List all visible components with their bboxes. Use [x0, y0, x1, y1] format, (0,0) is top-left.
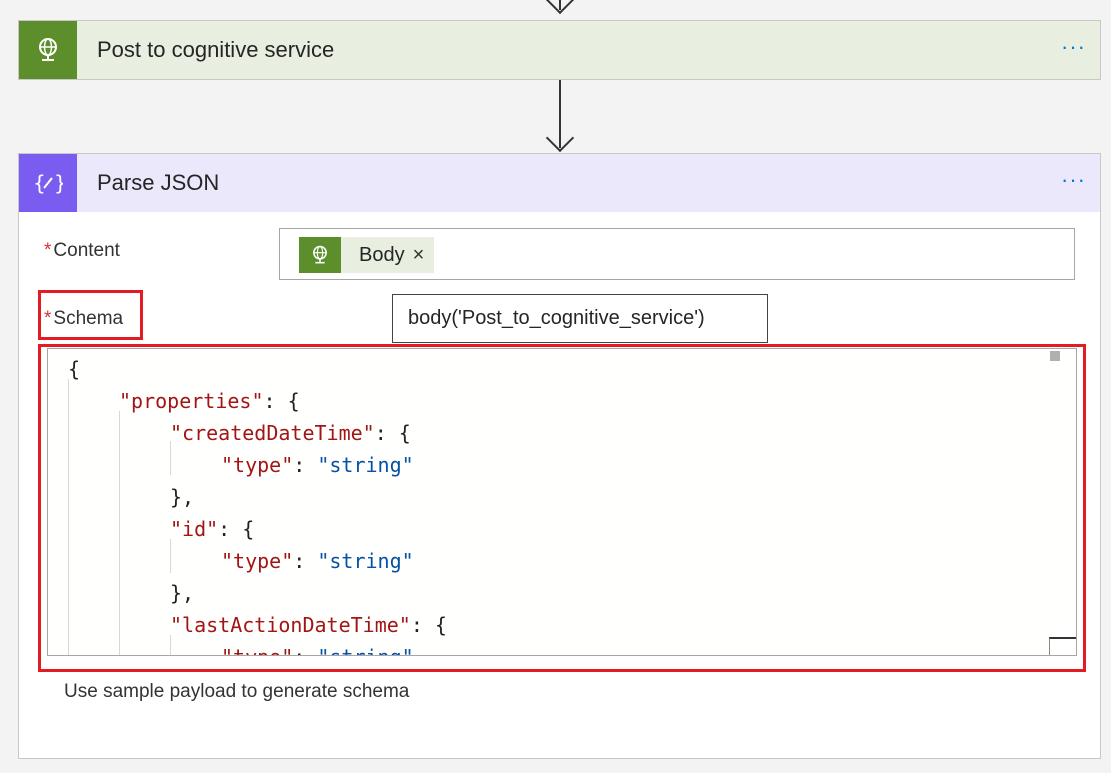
code-line: "type": "string" [221, 449, 414, 481]
code-line: }, [170, 481, 194, 513]
code-token: { [68, 357, 81, 381]
more-options-button[interactable]: ··· [1061, 169, 1086, 191]
scroll-up-arrow[interactable] [1050, 351, 1060, 361]
code-line: "createdDateTime": { [170, 417, 411, 449]
code-token: : [293, 453, 318, 477]
code-token: "string" [317, 549, 414, 573]
code-token: "type" [221, 453, 294, 477]
required-marker: * [44, 240, 52, 261]
step-title: Parse JSON [97, 170, 220, 195]
code-line: "id": { [170, 513, 254, 545]
code-token: "createdDateTime" [170, 421, 375, 445]
code-line: "type": "string" [221, 641, 414, 655]
schema-editor[interactable]: {"properties": {"createdDateTime": {"typ… [47, 348, 1077, 656]
code-token: "type" [221, 645, 293, 655]
code-token: "lastActionDateTime" [170, 613, 411, 637]
code-token: "type" [221, 549, 294, 573]
token-tooltip: body('Post_to_cognitive_service') [392, 294, 768, 343]
code-token: "id" [170, 517, 219, 541]
code-line: }, [170, 577, 194, 609]
code-line: "lastActionDateTime": { [170, 609, 447, 641]
schema-label-text: Schema [53, 308, 124, 329]
svg-text:{: { [33, 171, 46, 195]
use-sample-payload-link[interactable]: Use sample payload to generate schema [64, 681, 409, 703]
code-token: : [293, 549, 318, 573]
token-label: Body [359, 243, 405, 266]
required-marker: * [44, 308, 52, 329]
step-card-post-to-cognitive-service[interactable]: Post to cognitive service ··· [18, 20, 1101, 80]
code-token: }, [170, 581, 195, 605]
step-header[interactable]: { } Parse JSON ··· [19, 154, 1100, 212]
resize-corner[interactable] [1049, 637, 1076, 655]
arrow-head [545, 123, 575, 153]
more-options-button[interactable]: ··· [1061, 36, 1086, 58]
code-token: : { [263, 389, 300, 413]
code-line: { [68, 353, 80, 385]
code-token: "properties" [119, 389, 264, 413]
indent-guide [68, 379, 69, 655]
globe-icon [299, 237, 341, 273]
code-line: "type": "string" [221, 545, 414, 577]
arrow-head-top [545, 0, 575, 15]
remove-token-button[interactable]: × [413, 244, 425, 267]
content-label-text: Content [53, 240, 120, 261]
content-input[interactable]: Body × [279, 228, 1075, 280]
indent-guide [119, 411, 120, 655]
code-token: : { [374, 421, 411, 445]
svg-text:}: } [54, 171, 63, 195]
step-card-parse-json[interactable]: { } Parse JSON ··· *Content Body × [18, 153, 1101, 759]
code-token: : { [218, 517, 255, 541]
code-token: : { [410, 613, 447, 637]
dynamic-content-token-body[interactable]: Body × [299, 237, 435, 273]
schema-label: * Schema [44, 308, 123, 330]
content-label: * Content [44, 240, 120, 262]
scrollbar[interactable] [1050, 349, 1062, 655]
step-title: Post to cognitive service [97, 37, 335, 62]
step-header[interactable]: Post to cognitive service ··· [19, 21, 1100, 79]
globe-icon [19, 21, 77, 79]
code-line: "properties": { [119, 385, 300, 417]
code-token: "string" [317, 453, 414, 477]
curly-braces-icon: { } [19, 154, 77, 212]
code-token: "string" [317, 645, 413, 655]
code-token: : [293, 645, 317, 655]
code-token: }, [170, 485, 195, 509]
